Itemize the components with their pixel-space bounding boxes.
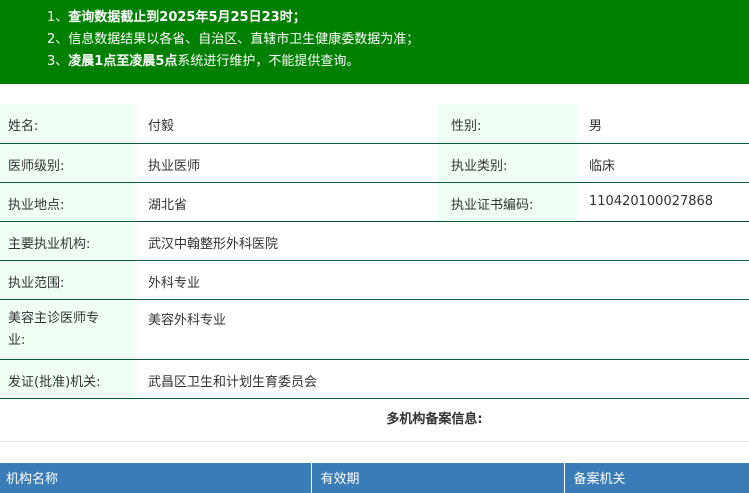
- gender-value: 男: [589, 119, 603, 134]
- cert-label: 执业证书编码:: [437, 182, 577, 221]
- multi-institution-title: 多机构备案信息:: [0, 399, 749, 442]
- col-header-authority: 备案机关: [564, 462, 749, 493]
- category-label: 执业类别:: [437, 143, 577, 182]
- location-label: 执业地点:: [0, 182, 136, 221]
- notice-line-2: 2、信息数据结果以各省、自治区、直辖市卫生健康委数据为准；: [47, 32, 420, 47]
- org-value: 武汉中翰整形外科医院: [148, 236, 279, 252]
- level-label: 医师级别:: [0, 143, 136, 182]
- multi-institution-table: 机构名称 有效期 备案机关: [0, 462, 749, 493]
- info-row-name: 姓名: 付毅 性别: 男: [0, 104, 749, 143]
- doctor-info-table: 姓名: 付毅 性别: 男 医师级别: 执业医师 执业类别: 临床 执业地点: 湖…: [0, 104, 749, 399]
- issuer-value: 武昌区卫生和计划生育委员会: [148, 374, 318, 390]
- notice-line-1: 1、查询数据截止到2025年5月25日23时；: [47, 7, 749, 29]
- info-row-scope: 执业范围: 外科专业: [0, 260, 749, 299]
- info-row-cosmetic: 美容主诊医师专业: 美容外科专业: [0, 299, 749, 359]
- notice-line-3: 3、凌晨1点至凌晨5点系统进行维护，不能提供查询。: [47, 51, 749, 73]
- issuer-label: 发证(批准)机关:: [0, 359, 136, 398]
- location-value: 湖北省: [148, 197, 188, 213]
- level-value: 执业医师: [148, 158, 201, 174]
- cosmetic-value: 美容外科专业: [148, 312, 227, 328]
- col-header-validity: 有效期: [311, 462, 565, 493]
- cert-value: 110420100027868: [589, 193, 714, 209]
- notice-line-1-bold: 查询数据截止到2025年5月25日23时；: [68, 10, 306, 25]
- info-row-level: 医师级别: 执业医师 执业类别: 临床: [0, 143, 749, 182]
- name-value: 付毅: [148, 119, 175, 134]
- gender-label: 性别:: [437, 104, 577, 143]
- notice-line-1-prefix: 1、: [47, 10, 69, 25]
- notice-line-3-prefix: 3、: [47, 54, 69, 69]
- multi-institution-header-row: 机构名称 有效期 备案机关: [0, 462, 749, 493]
- notice-line-3-suffix: 系统进行维护，不能提供查询。: [177, 54, 360, 69]
- info-row-org: 主要执业机构: 武汉中翰整形外科医院: [0, 221, 749, 260]
- org-label: 主要执业机构:: [0, 221, 136, 260]
- scope-label: 执业范围:: [0, 260, 136, 299]
- cosmetic-label: 美容主诊医师专业:: [0, 299, 136, 359]
- scope-value: 外科专业: [148, 275, 201, 291]
- notice-banner: 1、查询数据截止到2025年5月25日23时； 2、信息数据结果以各省、自治区、…: [0, 0, 749, 84]
- notice-line-3-bold: 凌晨1点至凌晨5点: [68, 54, 178, 69]
- col-header-institution: 机构名称: [0, 462, 312, 493]
- info-row-issuer: 发证(批准)机关: 武昌区卫生和计划生育委员会: [0, 359, 749, 398]
- info-row-location: 执业地点: 湖北省 执业证书编码: 110420100027868: [0, 182, 749, 221]
- category-value: 临床: [589, 158, 616, 174]
- name-label: 姓名:: [0, 104, 136, 143]
